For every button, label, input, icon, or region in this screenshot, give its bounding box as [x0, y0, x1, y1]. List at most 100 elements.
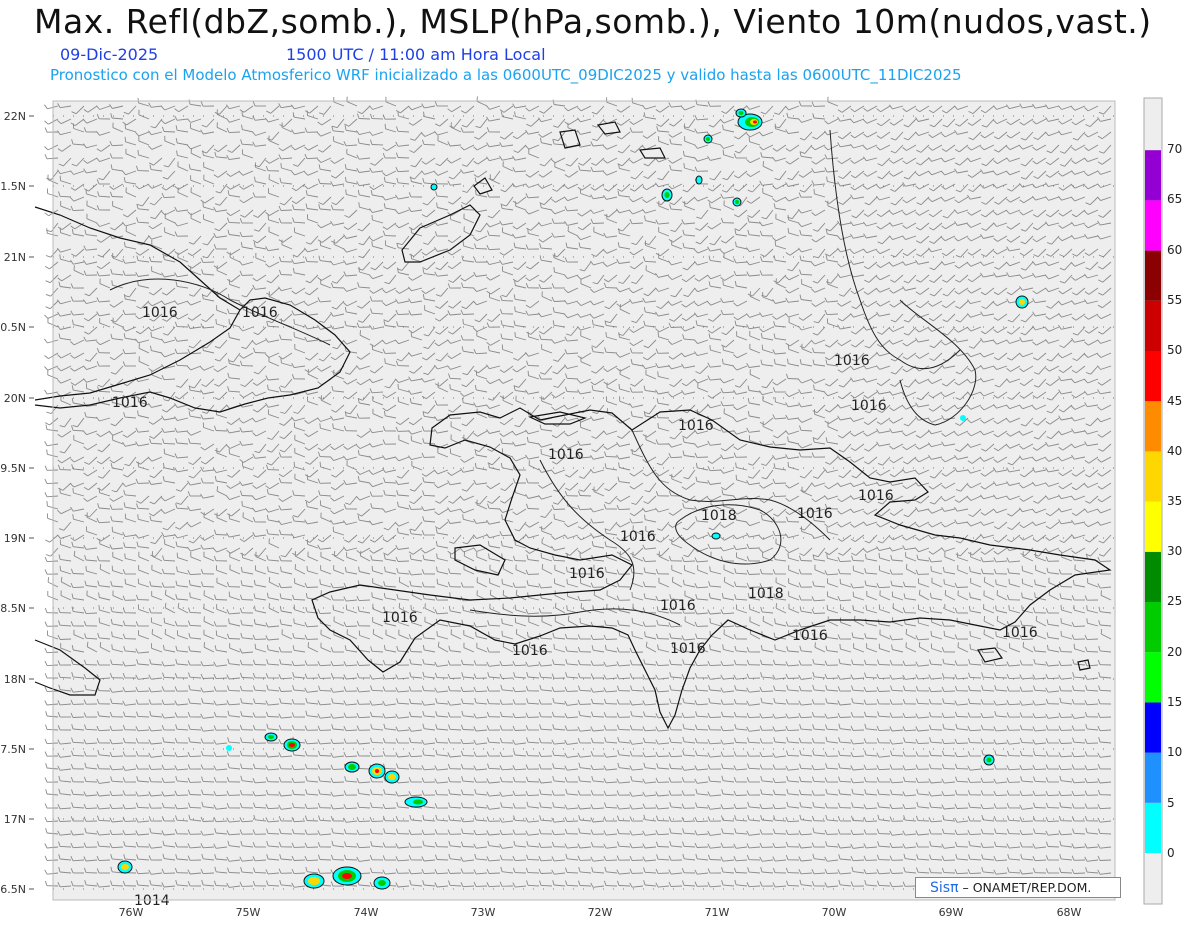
- wind-barb-flag: [216, 486, 219, 492]
- wind-barb: [475, 247, 488, 250]
- wind-barb-flag: [202, 150, 204, 156]
- wind-barb: [72, 209, 85, 212]
- wind-barb: [319, 183, 332, 185]
- wind-barb: [462, 286, 475, 289]
- wind-barb: [397, 157, 410, 159]
- wind-barb-flag: [44, 338, 48, 344]
- wind-barb-flag: [527, 228, 529, 234]
- wind-barb: [605, 455, 618, 458]
- wind-barb: [163, 442, 176, 445]
- wind-barb: [826, 313, 839, 316]
- wind-barb: [332, 287, 345, 289]
- wind-barb-flag: [618, 383, 620, 389]
- wind-barb-flag: [553, 267, 555, 273]
- wind-barb-flag: [44, 492, 48, 497]
- wind-barb-flag: [59, 488, 61, 494]
- wind-barb: [787, 378, 800, 380]
- wind-barb-flag: [44, 355, 49, 359]
- wind-barb-flag: [59, 254, 61, 260]
- wind-barb-flag: [45, 306, 51, 310]
- wind-barb-flag: [44, 366, 49, 371]
- wind-barb-flag: [202, 202, 204, 208]
- wind-barb-flag: [44, 465, 48, 471]
- wind-barb-flag: [618, 332, 620, 338]
- wind-barb-flag: [605, 332, 607, 338]
- wind-barb: [111, 196, 124, 198]
- wind-barb: [241, 495, 254, 497]
- wind-barb-flag: [215, 318, 217, 325]
- wind-barb: [553, 300, 566, 302]
- wind-barb-flag: [44, 127, 48, 133]
- wind-barb-flag: [45, 424, 48, 430]
- wind-barb: [280, 209, 293, 211]
- wind-barb-flag: [280, 163, 282, 169]
- wind-barb-flag: [722, 280, 724, 286]
- wind-barb-flag: [709, 345, 711, 351]
- weather-map: 1016 1016 1016 1016 1016 1016 1016 1018 …: [0, 96, 1182, 919]
- wind-barb-flag: [618, 228, 620, 234]
- wind-barb-flag: [46, 411, 52, 415]
- wind-barb-flag: [280, 357, 282, 364]
- wind-barb-flag: [384, 358, 386, 364]
- wind-barb-flag: [44, 104, 48, 110]
- wind-barb-flag: [371, 241, 373, 247]
- wind-barb-flag: [657, 423, 659, 429]
- wind-barb-flag: [787, 214, 789, 220]
- wind-barb: [397, 313, 410, 316]
- wind-barb: [722, 313, 735, 316]
- wind-barb-flag: [46, 449, 48, 455]
- wind-barb: [423, 143, 436, 146]
- wind-barb-flag: [44, 422, 50, 426]
- wind-barb: [241, 235, 254, 238]
- wind-barb: [215, 430, 228, 432]
- wind-barb: [254, 352, 267, 354]
- wind-barb: [358, 118, 371, 120]
- wind-barb: [670, 326, 683, 328]
- wind-barb: [774, 482, 787, 484]
- wind-barb-flag: [345, 189, 347, 195]
- wind-barb-flag: [72, 488, 74, 494]
- wind-barb: [371, 144, 384, 146]
- wind-barb: [150, 261, 163, 263]
- wind-barb: [228, 131, 241, 134]
- wind-barb-flag: [45, 280, 51, 284]
- wind-barb: [527, 364, 540, 367]
- wind-barb: [293, 209, 306, 211]
- wind-barb-flag: [44, 154, 48, 159]
- wind-barb: [592, 170, 605, 173]
- wind-barb: [228, 221, 241, 224]
- wind-barb: [735, 274, 748, 276]
- wind-barb-flag: [397, 110, 399, 117]
- wind-barb-flag: [137, 97, 139, 103]
- wind-barb: [592, 222, 605, 224]
- wind-barb: [384, 481, 397, 484]
- wind-barb-flag: [44, 212, 49, 217]
- wind-barb: [163, 131, 176, 133]
- wind-barb: [462, 313, 475, 315]
- wind-barb-flag: [449, 384, 451, 390]
- wind-barb-flag: [46, 177, 52, 181]
- wind-barb-flag: [319, 423, 321, 429]
- wind-barb-flag: [44, 120, 49, 125]
- wind-barb-flag: [46, 228, 48, 234]
- wind-barb-flag: [44, 478, 48, 484]
- wind-barb-flag: [332, 423, 334, 429]
- wind-barb-flag: [44, 146, 49, 151]
- wind-barb-flag: [514, 331, 516, 338]
- wind-barb-flag: [358, 202, 360, 208]
- wind-barb-flag: [462, 318, 464, 325]
- wind-barb-flag: [293, 318, 295, 325]
- wind-barb-flag: [787, 461, 789, 467]
- wind-barb-flag: [44, 389, 48, 395]
- wind-barb-flag: [631, 449, 633, 455]
- wind-barb: [163, 196, 176, 199]
- wind-barb-flag: [722, 345, 724, 351]
- wind-barb-flag: [44, 314, 49, 319]
- wind-barb-flag: [44, 266, 50, 270]
- wind-barb-flag: [683, 162, 685, 169]
- wind-barb-flag: [657, 371, 659, 377]
- wind-barb-flag: [45, 293, 51, 297]
- wind-barb: [644, 260, 657, 263]
- wind-barb-flag: [111, 280, 113, 286]
- wind-barb: [462, 209, 475, 211]
